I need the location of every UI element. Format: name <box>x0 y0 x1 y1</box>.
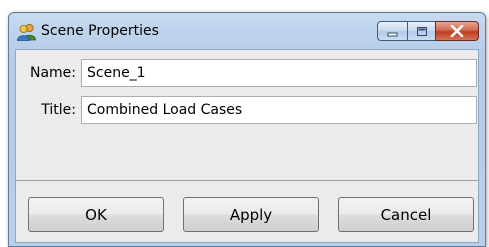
title-bar[interactable]: Scene Properties <box>9 13 485 49</box>
minimize-button[interactable] <box>377 21 407 41</box>
minimize-icon <box>387 22 399 41</box>
close-icon <box>450 22 464 41</box>
window-title: Scene Properties <box>41 23 159 39</box>
separator <box>16 180 478 181</box>
caption-buttons <box>377 21 479 41</box>
maximize-icon <box>416 22 428 41</box>
name-label: Name: <box>29 65 76 81</box>
title-field[interactable]: Combined Load Cases <box>81 96 477 124</box>
cancel-button[interactable]: Cancel <box>338 197 474 232</box>
two-people-icon <box>17 23 37 41</box>
name-field[interactable]: Scene_1 <box>81 59 477 87</box>
apply-button[interactable]: Apply <box>183 197 319 232</box>
close-button[interactable] <box>435 21 479 41</box>
ok-button[interactable]: OK <box>28 197 164 232</box>
title-label: Title: <box>41 102 76 118</box>
scene-properties-dialog: Scene Properties Name: Scene_1 Title: Co… <box>8 12 486 247</box>
dialog-body: Name: Scene_1 Title: Combined Load Cases… <box>15 49 479 243</box>
maximize-button[interactable] <box>407 21 435 41</box>
